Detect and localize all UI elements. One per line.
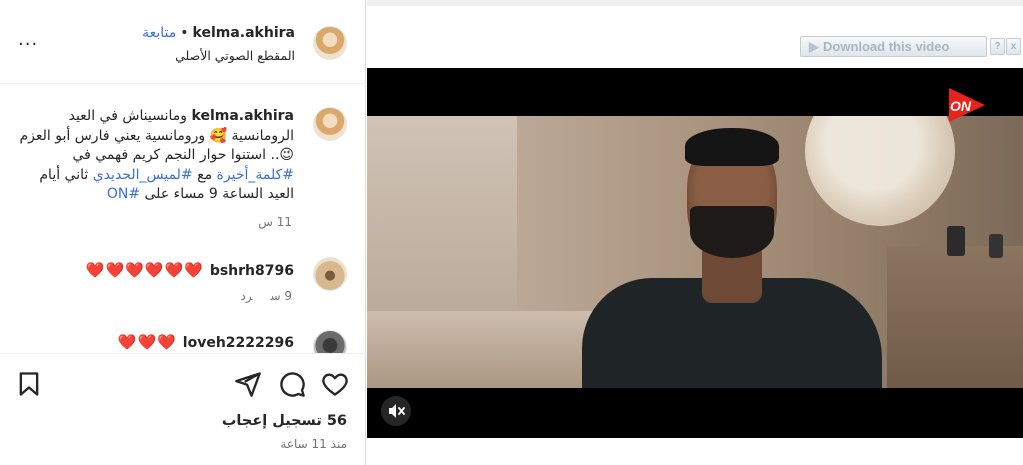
caption-text-2: مع <box>192 166 217 183</box>
video-downloader-toolbar: ▶ Download this video ? x <box>800 36 1021 57</box>
comment-username[interactable]: loveh2222296 <box>183 335 294 351</box>
bottom-area <box>367 438 1023 465</box>
comment-item: loveh2222296 ❤️❤️❤️ <box>118 333 294 351</box>
more-options-icon[interactable]: ··· <box>18 34 38 55</box>
reply-button[interactable]: رد <box>241 289 253 303</box>
video-player[interactable]: ON <box>367 68 1023 438</box>
follow-button[interactable]: متابعة <box>142 25 176 41</box>
comments-section[interactable]: kelma.akhira ومانسيناش في العيد الرومانس… <box>0 85 366 353</box>
post-header: ··· kelma.akhira•متابعة المقطع الصوتي ال… <box>0 0 366 84</box>
likes-count[interactable]: 56 تسجيل إعجاب <box>222 413 347 429</box>
play-triangle-icon: ▶ <box>809 39 819 54</box>
comment-avatar[interactable] <box>313 257 347 291</box>
on-channel-logo-text: ON <box>950 98 971 114</box>
header-separator: • <box>180 25 189 41</box>
comment-username[interactable]: bshrh8796 <box>210 263 294 279</box>
caption-username[interactable]: kelma.akhira <box>192 108 294 124</box>
top-divider <box>367 0 1023 6</box>
downloader-help-button[interactable]: ? <box>990 38 1005 55</box>
downloader-close-button[interactable]: x <box>1006 38 1021 55</box>
comment-avatar[interactable] <box>313 330 347 353</box>
media-panel: ▶ Download this video ? x ON <box>367 0 1023 465</box>
original-audio-link[interactable]: المقطع الصوتي الأصلي <box>175 48 295 63</box>
action-bar <box>0 353 366 413</box>
comment-text: ❤️❤️❤️❤️❤️❤️ <box>85 261 204 279</box>
studio-vase <box>989 234 1003 258</box>
bookmark-icon[interactable] <box>15 370 43 398</box>
video-frame <box>367 116 1023 388</box>
post-caption: kelma.akhira ومانسيناش في العيد الرومانس… <box>18 107 295 205</box>
guest-figure <box>582 128 882 388</box>
comment-bubble-icon[interactable] <box>278 370 306 398</box>
caption-timestamp[interactable]: 11 س <box>258 215 292 229</box>
post-timestamp[interactable]: منذ 11 ساعة <box>280 437 347 451</box>
comment-meta: 9 س رد <box>241 289 292 303</box>
caption-avatar[interactable] <box>313 107 347 141</box>
hashtag-kelma-akhira[interactable]: #كلمة_أخيرة <box>217 167 294 183</box>
comment-item: bshrh8796 ❤️❤️❤️❤️❤️❤️ <box>86 261 294 279</box>
comment-timestamp[interactable]: 9 س <box>270 289 292 303</box>
download-video-button[interactable]: ▶ Download this video <box>800 36 987 57</box>
studio-shelf <box>887 246 1023 388</box>
header-avatar[interactable] <box>313 26 347 60</box>
volume-muted-icon[interactable] <box>381 396 411 426</box>
header-username[interactable]: kelma.akhira <box>193 25 295 41</box>
hashtag-on[interactable]: #ON <box>107 186 140 202</box>
hashtag-lamis[interactable]: #لميس_الحديدي <box>93 167 193 183</box>
post-info-panel: ··· kelma.akhira•متابعة المقطع الصوتي ال… <box>0 0 366 465</box>
heart-outline-icon[interactable] <box>321 370 349 398</box>
download-label: Download this video <box>823 39 950 54</box>
instagram-post-page: ··· kelma.akhira•متابعة المقطع الصوتي ال… <box>0 0 1023 465</box>
header-user-line: kelma.akhira•متابعة <box>142 25 295 41</box>
studio-vase <box>947 226 965 256</box>
comment-text: ❤️❤️❤️ <box>117 333 177 351</box>
send-icon[interactable] <box>234 370 262 398</box>
